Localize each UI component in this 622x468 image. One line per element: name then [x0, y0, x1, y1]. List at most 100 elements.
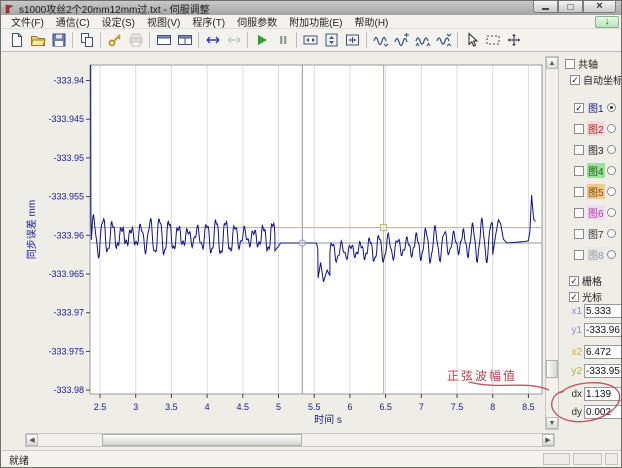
pan-horizontal-button[interactable]	[202, 30, 223, 50]
svg-text:4.5: 4.5	[237, 402, 250, 412]
svg-text:-333.98: -333.98	[53, 385, 84, 395]
svg-text:6: 6	[347, 402, 352, 412]
grid-checkbox[interactable]: ✓	[569, 276, 579, 286]
select-region-tool-button[interactable]	[482, 30, 503, 50]
menu-item[interactable]: 伺服参数	[231, 14, 283, 29]
svg-text:3: 3	[133, 402, 138, 412]
pointer-tool-button[interactable]	[461, 30, 482, 50]
plot-visible-checkbox[interactable]	[574, 166, 584, 176]
wave-scale-fit-button[interactable]	[433, 30, 454, 50]
app-window: s1000攻丝2个20mm12mm过.txt - 伺服调整 × 文件(F)通信(…	[0, 0, 622, 468]
window-view-2-button[interactable]	[174, 30, 195, 50]
cursor-field-dx[interactable]	[584, 387, 622, 401]
plot-select-radio[interactable]	[607, 103, 616, 112]
green-drop-button[interactable]: ↓	[595, 16, 619, 28]
close-button[interactable]: ×	[583, 1, 616, 13]
start-sampling-button[interactable]	[251, 30, 272, 50]
status-text: 就绪	[9, 452, 29, 467]
vertical-scroll-thumb[interactable]	[546, 360, 558, 378]
cursor-field-label: x2	[560, 347, 582, 358]
auto-axis-label: 自动坐标	[583, 72, 622, 87]
scroll-up-arrow-icon[interactable]: ▲	[546, 57, 558, 69]
plot-visible-checkbox[interactable]	[574, 124, 584, 134]
maximize-icon	[567, 4, 574, 10]
plot-visible-checkbox[interactable]	[574, 187, 584, 197]
menu-item[interactable]: 视图(V)	[141, 14, 186, 29]
menu-item[interactable]: 帮助(H)	[348, 14, 394, 29]
plot-toggle-row: 图3	[574, 142, 616, 157]
grid-label: 栅格	[582, 273, 602, 288]
scroll-down-arrow-icon[interactable]: ▼	[546, 417, 558, 429]
cursor-checkbox[interactable]: ✓	[569, 292, 579, 302]
plot-select-radio[interactable]	[607, 250, 616, 259]
menu-item[interactable]: 设定(S)	[96, 14, 141, 29]
new-document-button[interactable]	[6, 30, 27, 50]
minimize-button[interactable]	[533, 1, 558, 13]
close-icon: ×	[596, 1, 602, 12]
window-view-1-button[interactable]	[153, 30, 174, 50]
cursor-field-row: y1	[560, 323, 622, 337]
coaxial-label: 共轴	[578, 56, 598, 71]
select-region-tool-icon	[485, 32, 501, 48]
key-help-button[interactable]	[104, 30, 125, 50]
cursor-field-dy[interactable]	[584, 405, 622, 419]
print-button[interactable]	[125, 30, 146, 50]
plot-select-radio[interactable]	[607, 166, 616, 175]
menu-item[interactable]: 程序(T)	[186, 14, 231, 29]
fit-vertical-button[interactable]	[321, 30, 342, 50]
plot-visible-checkbox[interactable]	[574, 250, 584, 260]
plot-visible-checkbox[interactable]	[574, 208, 584, 218]
save-file-button[interactable]	[48, 30, 69, 50]
plot-select-radio[interactable]	[607, 187, 616, 196]
plot-visible-checkbox[interactable]	[574, 145, 584, 155]
cursor-field-y1[interactable]	[584, 323, 622, 337]
chart-horizontal-scrollbar[interactable]: ◀ ▶	[25, 433, 555, 447]
menu-item[interactable]: 文件(F)	[5, 14, 50, 29]
title-bar[interactable]: s1000攻丝2个20mm12mm过.txt - 伺服调整 ×	[1, 1, 621, 15]
cursor-field-row: x2	[560, 345, 622, 359]
coaxial-checkbox[interactable]	[565, 59, 575, 69]
pan-link-button[interactable]	[223, 30, 244, 50]
fit-both-button[interactable]	[342, 30, 363, 50]
scroll-right-arrow-icon[interactable]: ▶	[542, 434, 554, 446]
pause-sampling-button[interactable]	[272, 30, 293, 50]
plot-visible-checkbox[interactable]	[574, 229, 584, 239]
plot-control-panel: 共轴 ✓ 自动坐标 ✓图1图2图3图4图5图6图7图8 ✓ 栅格 ✓ 光标 x1…	[560, 52, 622, 450]
cursor-field-x2[interactable]	[584, 345, 622, 359]
plot-visible-checkbox[interactable]: ✓	[574, 103, 584, 113]
plot-label: 图7	[587, 226, 605, 241]
fit-horizontal-button[interactable]	[300, 30, 321, 50]
scroll-left-arrow-icon[interactable]: ◀	[26, 434, 38, 446]
plot-label: 图5	[587, 184, 605, 199]
copy-button[interactable]	[76, 30, 97, 50]
open-file-button[interactable]	[27, 30, 48, 50]
menu-item[interactable]: 附加功能(E)	[283, 14, 348, 29]
move-tool-button[interactable]	[503, 30, 524, 50]
plot-toggle-row: 图4	[574, 163, 616, 178]
wave-shift-button[interactable]	[391, 30, 412, 50]
plot-select-radio[interactable]	[607, 229, 616, 238]
cursor-field-label: y1	[560, 325, 582, 336]
wave-expand-button[interactable]	[370, 30, 391, 50]
plot-select-radio[interactable]	[607, 208, 616, 217]
toolbar-separator	[457, 32, 458, 48]
cursor-field-row: dx	[560, 387, 622, 401]
svg-text:5.5: 5.5	[308, 402, 321, 412]
cursor-field-row: dy	[560, 405, 622, 419]
svg-text:8: 8	[490, 402, 495, 412]
toolbar	[1, 29, 621, 52]
wave-scale-up-button[interactable]	[412, 30, 433, 50]
auto-axis-checkbox[interactable]: ✓	[570, 75, 580, 85]
cursor-field-y2[interactable]	[584, 364, 622, 378]
horizontal-scroll-thumb[interactable]	[102, 434, 302, 446]
svg-text:-333.95: -333.95	[53, 153, 84, 163]
plot-select-radio[interactable]	[607, 124, 616, 133]
new-document-icon	[9, 32, 25, 48]
status-pane	[543, 453, 570, 465]
cursor-field-x1[interactable]	[584, 304, 622, 318]
chart-vertical-scrollbar[interactable]: ▲ ▼	[545, 56, 559, 430]
plot-label: 图4	[587, 163, 605, 178]
maximize-button[interactable]	[558, 1, 583, 13]
menu-item[interactable]: 通信(C)	[50, 14, 96, 29]
plot-select-radio[interactable]	[607, 145, 616, 154]
